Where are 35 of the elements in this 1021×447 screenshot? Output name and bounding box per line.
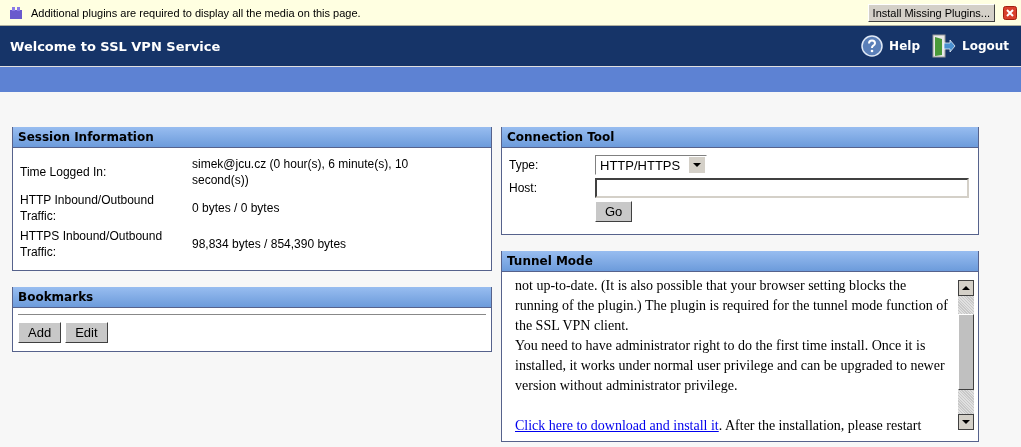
door-arrow-icon[interactable] <box>932 34 956 58</box>
scroll-up-icon[interactable] <box>958 280 974 296</box>
panel-title: Session Information <box>13 127 491 148</box>
caret-icon[interactable] <box>689 157 705 173</box>
host-label: Host: <box>509 180 538 197</box>
field-value: 98,834 bytes / 854,390 bytes <box>192 236 348 252</box>
page-title: Welcome to SSL VPN Service <box>10 38 222 54</box>
help-link[interactable]: Help <box>889 39 920 53</box>
type-label: Type: <box>509 157 540 174</box>
help-icon[interactable] <box>861 35 884 57</box>
panel-title: Tunnel Mode <box>502 251 978 272</box>
host-field[interactable] <box>595 178 969 198</box>
panel-title: Bookmarks <box>13 287 491 308</box>
scrollbar[interactable] <box>958 280 974 430</box>
edit-button[interactable]: Edit <box>65 322 108 343</box>
paragraph: not up-to-date. (It is also possible that your browser setting blocks the running of the plugin.) The plugin is required for the tunnel mode function of the SSL VPN client. <box>515 277 949 335</box>
panel-title: Connection Tool <box>502 127 978 148</box>
field-label: Time Logged In: <box>20 164 108 180</box>
field-value: simek@jcu.cz (0 hour(s), 6 minute(s), 10 second(s)) <box>192 156 410 188</box>
close-icon[interactable] <box>1003 5 1017 20</box>
paragraph: Click here to download and install it. After the installation, please restart <box>515 417 923 435</box>
download-link[interactable]: Click here to download and install it <box>515 418 719 433</box>
logout-link[interactable]: Logout <box>962 39 1009 53</box>
go-button[interactable]: Go <box>595 201 633 222</box>
type-dropdown[interactable]: HTTP/HTTPS <box>595 155 707 175</box>
paragraph: You need to have administrator right to do the first time install. Once it is installed, it works under normal user privilege and can be upgraded to newer version without administrator privilege. <box>515 337 946 395</box>
scroll-down-icon[interactable] <box>958 414 974 430</box>
field-value: 0 bytes / 0 bytes <box>192 200 281 216</box>
field-label: HTTP Inbound/Outbound Traffic: <box>20 192 155 224</box>
plugin-icon <box>9 5 23 20</box>
install-plugins-button[interactable]: Install Missing Plugins... <box>867 3 995 22</box>
notification-message: Additional plugins are required to display all the media on this page. <box>31 6 362 19</box>
scroll-thumb[interactable] <box>958 314 974 390</box>
field-label: HTTPS Inbound/Outbound Traffic: <box>20 228 164 260</box>
add-button[interactable]: Add <box>18 322 62 343</box>
